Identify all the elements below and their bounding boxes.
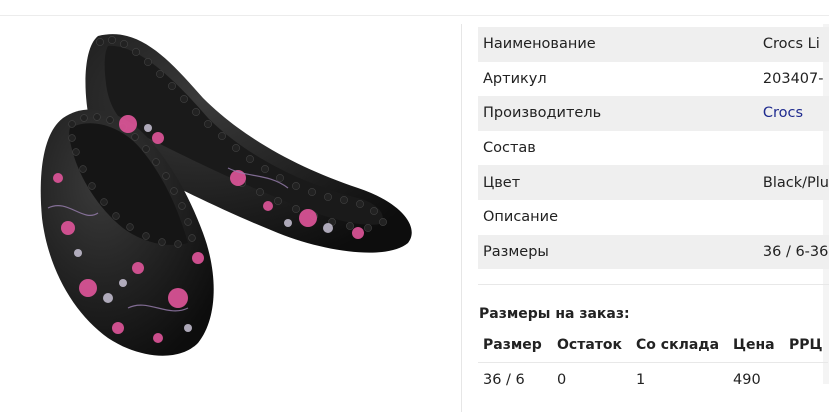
order-cell [784, 363, 828, 398]
order-cell: 490 [733, 372, 761, 388]
order-header: Со склада [631, 328, 728, 363]
spec-value: Crocs Li [762, 36, 820, 53]
spec-label: Размеры [483, 243, 549, 260]
spec-row: Описание [478, 200, 829, 235]
spec-value: Black/Plu [762, 174, 829, 191]
spec-value: Crocs [763, 96, 829, 131]
spec-row: Производитель Crocs [478, 96, 829, 131]
spec-value: 203407- [762, 70, 824, 87]
order-cell: 1 [636, 372, 646, 388]
top-divider [0, 15, 829, 16]
spec-value [763, 131, 829, 166]
order-row: 36 / 6 0 1 490 [478, 363, 828, 398]
spec-label: Артикул [483, 70, 547, 87]
spec-row: Артикул 203407- [478, 62, 829, 97]
column-divider [461, 24, 462, 412]
spec-label: Наименование [483, 36, 596, 53]
spec-row: Наименование Crocs Li [478, 27, 829, 62]
order-cell: 0 [557, 372, 567, 388]
spec-label: Описание [483, 209, 558, 226]
spec-label: Состав [483, 140, 536, 157]
order-header: Размер [478, 328, 552, 363]
spec-row: Размеры 36 / 6-36 [478, 234, 829, 270]
product-image[interactable] [28, 28, 418, 360]
spec-label: Производитель [483, 105, 602, 122]
spec-row: Цвет Black/Plu [478, 165, 829, 200]
order-header: РРЦ [784, 328, 828, 363]
spec-value: 36 / 6-36 [762, 243, 829, 260]
product-specs-table: Наименование Crocs Li Артикул 203407- Произв… [478, 27, 829, 270]
spec-row: Состав [478, 131, 829, 166]
order-header: Цена [728, 328, 784, 363]
order-cell: 36 / 6 [483, 372, 525, 388]
order-sizes-table: Размер Остаток Со склада Цена РРЦ 36 / 6 0 1 49… [478, 328, 828, 397]
spec-value [763, 200, 829, 235]
section-divider [478, 284, 829, 285]
order-header: Остаток [552, 328, 631, 363]
order-sizes-title: Размеры на заказ: [479, 306, 630, 322]
manufacturer-link[interactable]: Crocs [763, 105, 803, 121]
spec-label: Цвет [483, 174, 521, 191]
